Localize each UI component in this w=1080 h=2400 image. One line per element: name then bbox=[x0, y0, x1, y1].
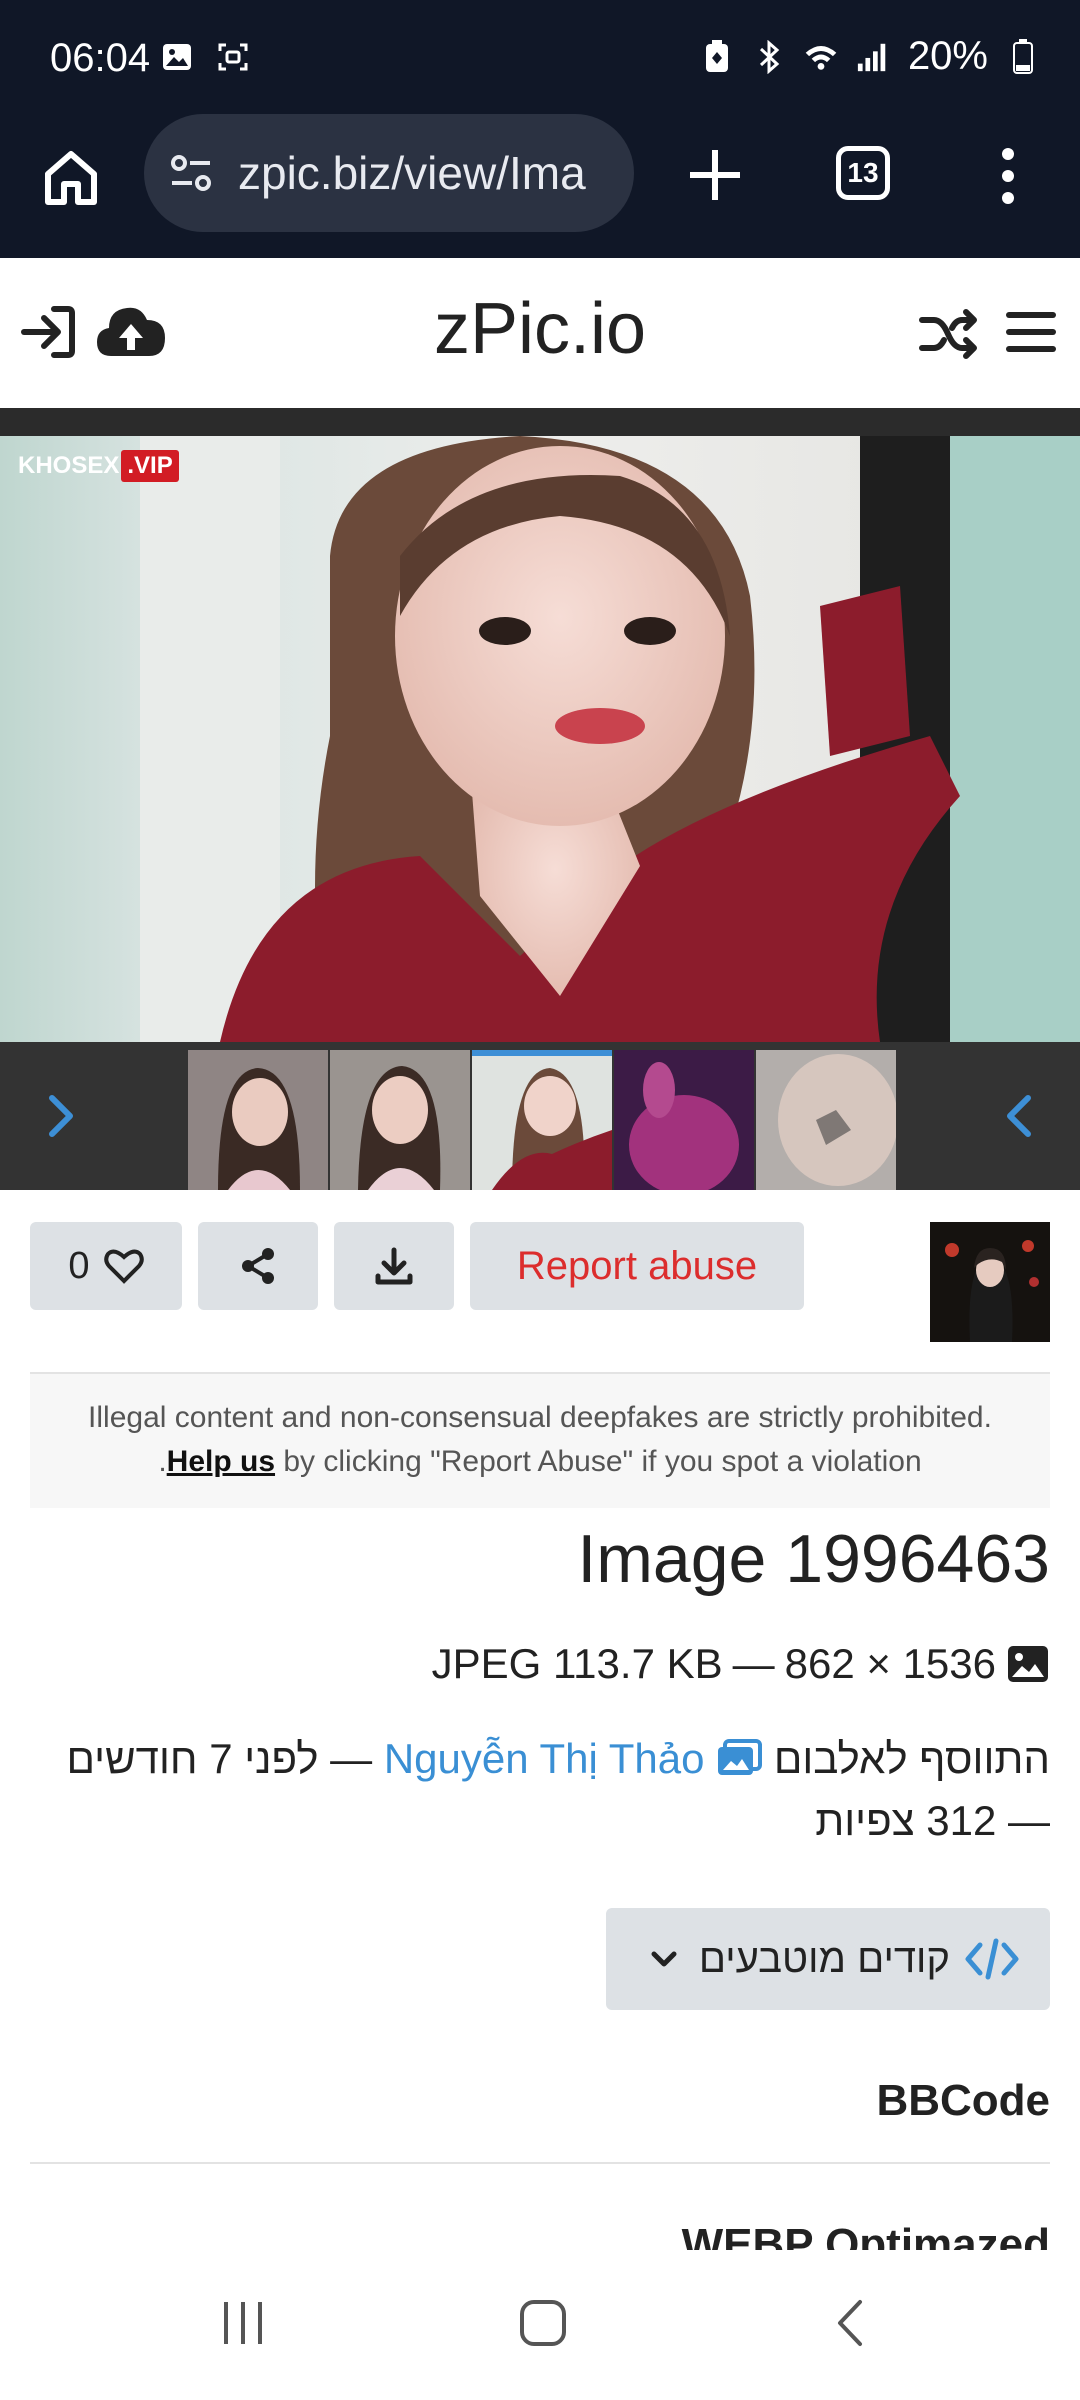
chevron-down-icon bbox=[651, 1951, 677, 1967]
site-settings-icon[interactable] bbox=[166, 148, 216, 198]
signal-icon bbox=[856, 40, 890, 74]
main-image[interactable]: KHOSEX .VIP bbox=[0, 436, 1080, 1042]
recent-apps-icon[interactable] bbox=[218, 2298, 268, 2353]
battery-saver-icon bbox=[700, 39, 734, 74]
avatar[interactable] bbox=[930, 1222, 1050, 1342]
status-time: 06:04 bbox=[50, 36, 151, 80]
site-header: zPic.io bbox=[0, 258, 1080, 408]
image-title: Image 1996463 bbox=[577, 1521, 1050, 1597]
bluetooth-icon bbox=[752, 39, 786, 74]
url-text[interactable]: zpic.biz/view/Ima bbox=[238, 146, 586, 200]
shuffle-icon[interactable] bbox=[918, 306, 978, 362]
album-link[interactable]: Nguyễn Thị Thảo bbox=[384, 1735, 705, 1782]
album-info: התווסף לאלבום Nguyễn Thị Thảo — לפני 7 ח… bbox=[30, 1728, 1050, 1852]
status-bar: 06:04 20% bbox=[0, 0, 1080, 110]
gallery-icon bbox=[160, 40, 194, 74]
screen-record-icon bbox=[216, 40, 250, 74]
notice-line-1: Illegal content and non-consensual deepf… bbox=[88, 1401, 992, 1434]
next-arrow-icon[interactable] bbox=[30, 1086, 90, 1146]
image-format-size: JPEG 113.7 KB bbox=[431, 1640, 723, 1687]
bbcode-label: BBCode bbox=[876, 2076, 1050, 2125]
hamburger-menu-icon[interactable] bbox=[1004, 308, 1058, 356]
tab-switcher-button[interactable]: 13 bbox=[836, 146, 890, 200]
notice-period: . bbox=[158, 1445, 167, 1478]
share-button[interactable] bbox=[198, 1222, 318, 1310]
report-abuse-button[interactable]: Report abuse bbox=[470, 1222, 804, 1310]
image-meta: JPEG 113.7 KB — 862 × 1536 bbox=[432, 1640, 1050, 1688]
more-menu-icon[interactable] bbox=[994, 146, 1022, 206]
notice-line-2: .Help us by clicking "Report Abuse" if y… bbox=[30, 1440, 1050, 1484]
battery-percent: 20% bbox=[907, 34, 988, 78]
time-ago: — לפני 7 חודשים bbox=[66, 1735, 373, 1782]
prohibited-content-notice: Illegal content and non-consensual deepf… bbox=[30, 1374, 1050, 1508]
thumbnail[interactable] bbox=[330, 1050, 470, 1190]
battery-icon bbox=[1006, 38, 1040, 74]
home-icon[interactable] bbox=[38, 144, 104, 210]
download-icon bbox=[375, 1247, 413, 1285]
meta-separator: — bbox=[732, 1640, 775, 1687]
heart-icon bbox=[103, 1249, 144, 1284]
album-icon bbox=[718, 1739, 763, 1775]
home-button-icon[interactable] bbox=[518, 2298, 568, 2353]
view-count: — 312 צפיות bbox=[815, 1797, 1050, 1844]
url-bar[interactable]: zpic.biz/view/Ima bbox=[144, 114, 634, 232]
image-icon bbox=[1008, 1646, 1048, 1682]
system-nav-bar bbox=[0, 2250, 1080, 2400]
thumbnail-strip bbox=[0, 1042, 1080, 1190]
embed-codes-button[interactable]: קודים מוטבעים bbox=[606, 1908, 1050, 2010]
thumbnail[interactable] bbox=[614, 1050, 754, 1190]
watermark: KHOSEX .VIP bbox=[18, 450, 179, 482]
thumbnail[interactable] bbox=[188, 1050, 328, 1190]
thumbnail[interactable] bbox=[756, 1050, 896, 1190]
thumbnail-active[interactable] bbox=[472, 1050, 612, 1190]
prev-arrow-icon[interactable] bbox=[990, 1086, 1050, 1146]
download-button[interactable] bbox=[334, 1222, 454, 1310]
like-count: 0 bbox=[68, 1244, 90, 1287]
watermark-text: KHOSEX bbox=[18, 452, 120, 479]
divider bbox=[30, 2162, 1050, 2164]
new-tab-icon[interactable] bbox=[680, 140, 750, 210]
notice-line-2-text: by clicking "Report Abuse" if you spot a… bbox=[275, 1445, 922, 1478]
back-icon[interactable] bbox=[826, 2298, 876, 2353]
embed-codes-label: קודים מוטבעים bbox=[698, 1936, 950, 1981]
share-icon bbox=[242, 1248, 274, 1284]
code-icon bbox=[965, 1938, 1019, 1980]
image-viewer: KHOSEX .VIP bbox=[0, 408, 1080, 1190]
like-button[interactable]: 0 bbox=[30, 1222, 182, 1310]
browser-toolbar: zpic.biz/view/Ima 13 bbox=[0, 110, 1080, 258]
watermark-badge: .VIP bbox=[121, 450, 179, 482]
help-us-link[interactable]: Help us bbox=[167, 1445, 275, 1478]
wifi-icon bbox=[804, 40, 838, 74]
image-dimensions: 862 × 1536 bbox=[784, 1640, 996, 1687]
added-to-album-text: התווסף לאלבום bbox=[773, 1735, 1050, 1782]
